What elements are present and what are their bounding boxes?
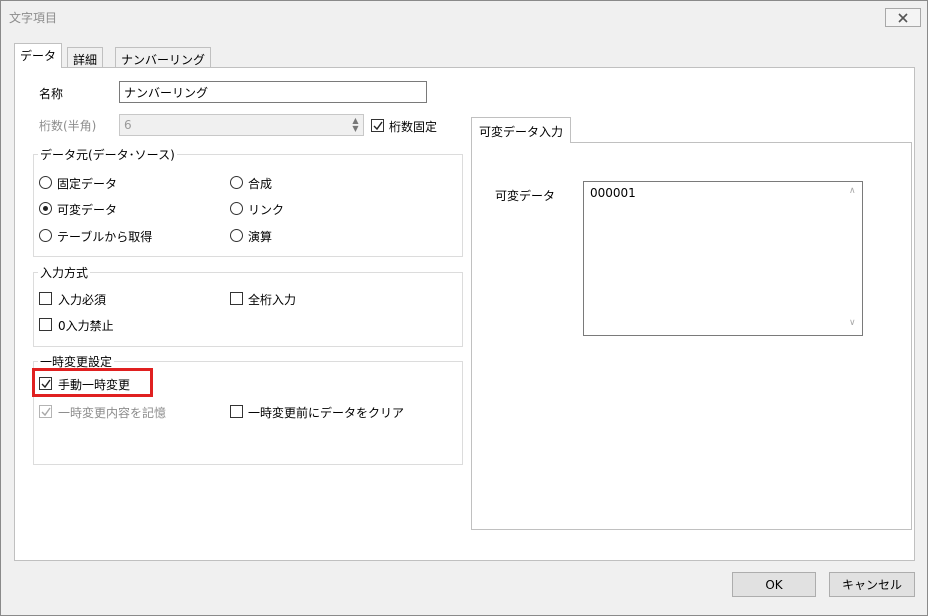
checkmark-icon <box>373 121 383 131</box>
variable-data-label: 可変データ <box>495 189 556 203</box>
radio-composite[interactable] <box>230 176 243 189</box>
full-digits-label: 全桁入力 <box>248 293 297 307</box>
remember-temp-change-label: 一時変更内容を記憶 <box>58 406 167 420</box>
tab-variable-data-input-label: 可変データ入力 <box>479 125 564 139</box>
name-label: 名称 <box>39 87 64 101</box>
title-bar: 文字項目 <box>1 1 927 33</box>
textarea-scrollbar[interactable]: ∧ ∨ <box>845 182 862 335</box>
ok-button[interactable]: OK <box>732 572 816 597</box>
highlight-box <box>32 368 153 397</box>
window-title: 文字項目 <box>9 11 58 25</box>
zero-input-forbidden-checkbox[interactable] <box>39 318 52 331</box>
remember-temp-change-checkbox[interactable] <box>39 405 52 418</box>
dialog-window: 文字項目 データ 詳細 ナンバーリング 名称 ナンバーリング 桁数(半角) 6 … <box>0 0 928 616</box>
tab-numbering[interactable]: ナンバーリング <box>115 47 212 68</box>
radio-composite-label: 合成 <box>248 177 273 191</box>
variable-data-value: 000001 <box>590 186 636 200</box>
clear-before-temp-change-checkbox[interactable] <box>230 405 243 418</box>
tab-details-label: 詳細 <box>73 53 98 67</box>
digits-label: 桁数(半角) <box>39 119 97 133</box>
tab-data-label: データ <box>20 49 57 63</box>
checkmark-icon <box>41 407 51 417</box>
clear-before-temp-change-label: 一時変更前にデータをクリア <box>248 406 405 420</box>
scroll-down-icon[interactable]: ∨ <box>849 318 856 328</box>
radio-variable-data[interactable] <box>39 202 52 215</box>
radio-fixed-data-label: 固定データ <box>57 177 118 191</box>
tab-variable-data-input[interactable]: 可変データ入力 <box>471 117 572 143</box>
close-button[interactable] <box>885 8 921 27</box>
radio-from-table-label: テーブルから取得 <box>57 230 153 244</box>
cancel-button[interactable]: キャンセル <box>829 572 915 597</box>
required-input-label: 入力必須 <box>58 293 107 307</box>
digits-spinner: 6 ▲ ▼ <box>119 114 364 136</box>
tab-details[interactable]: 詳細 <box>67 47 104 68</box>
tab-data[interactable]: データ <box>14 43 63 68</box>
required-input-checkbox[interactable] <box>39 292 52 305</box>
radio-link[interactable] <box>230 202 243 215</box>
tab-numbering-label: ナンバーリング <box>121 53 206 67</box>
data-source-title: データ元(データ･ソース) <box>38 146 177 163</box>
digits-value: 6 <box>124 118 132 132</box>
radio-variable-data-label: 可変データ <box>57 203 118 217</box>
input-method-title: 入力方式 <box>38 264 91 281</box>
spinner-arrows-icon: ▲ ▼ <box>352 116 359 133</box>
fixed-digits-label: 桁数固定 <box>389 120 438 134</box>
radio-link-label: リンク <box>248 203 285 217</box>
radio-from-table[interactable] <box>39 229 52 242</box>
radio-calculation[interactable] <box>230 229 243 242</box>
input-method-group <box>33 272 463 347</box>
close-icon <box>898 12 908 23</box>
name-input[interactable]: ナンバーリング <box>119 81 427 103</box>
variable-data-textarea[interactable]: 000001 ∧ ∨ <box>583 181 863 336</box>
radio-fixed-data[interactable] <box>39 176 52 189</box>
radio-calculation-label: 演算 <box>248 230 273 244</box>
fixed-digits-checkbox[interactable] <box>371 119 384 132</box>
zero-input-forbidden-label: 0入力禁止 <box>58 319 114 333</box>
scroll-up-icon[interactable]: ∧ <box>849 186 856 196</box>
full-digits-checkbox[interactable] <box>230 292 243 305</box>
